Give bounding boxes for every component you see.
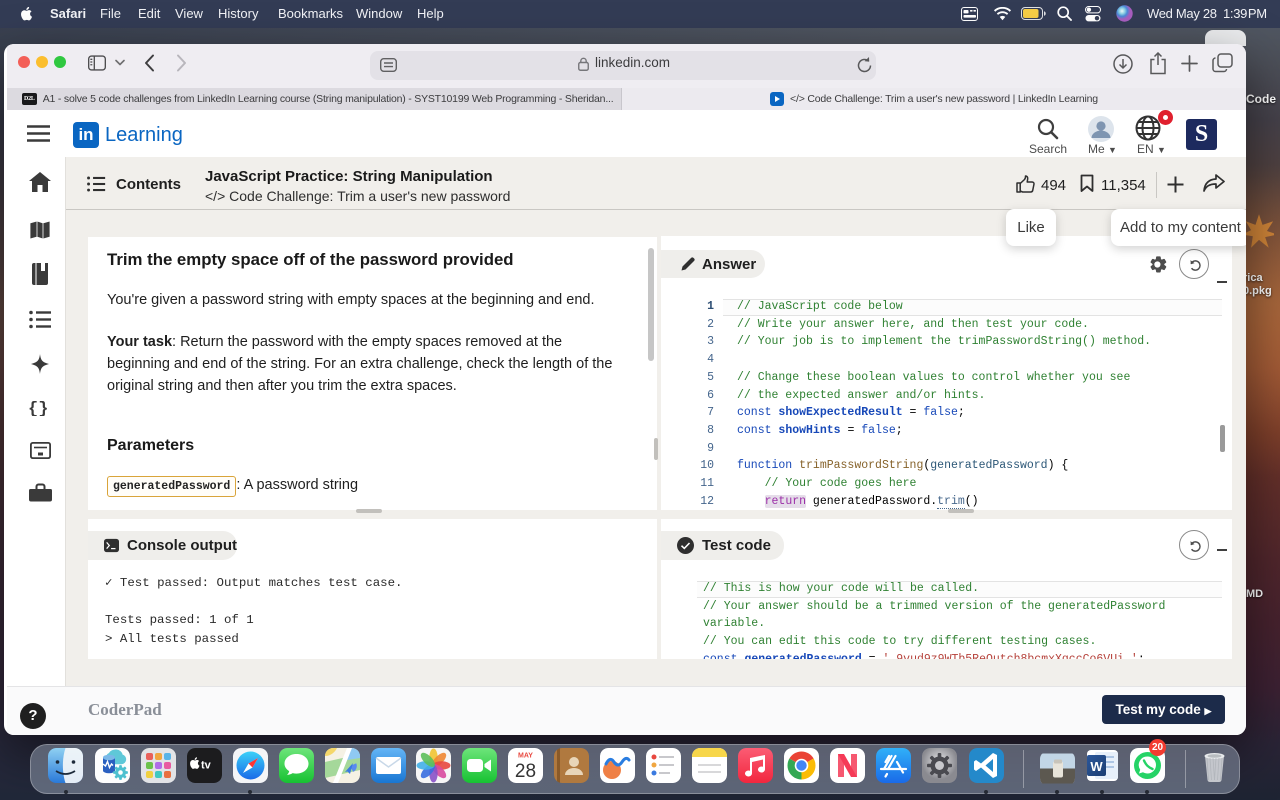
svg-text:{}: {} <box>28 400 48 416</box>
svg-text:MAY: MAY <box>518 753 533 760</box>
svg-text:tv: tv <box>201 760 212 772</box>
svg-text:W: W <box>1090 759 1103 774</box>
svg-text:28: 28 <box>514 761 535 782</box>
